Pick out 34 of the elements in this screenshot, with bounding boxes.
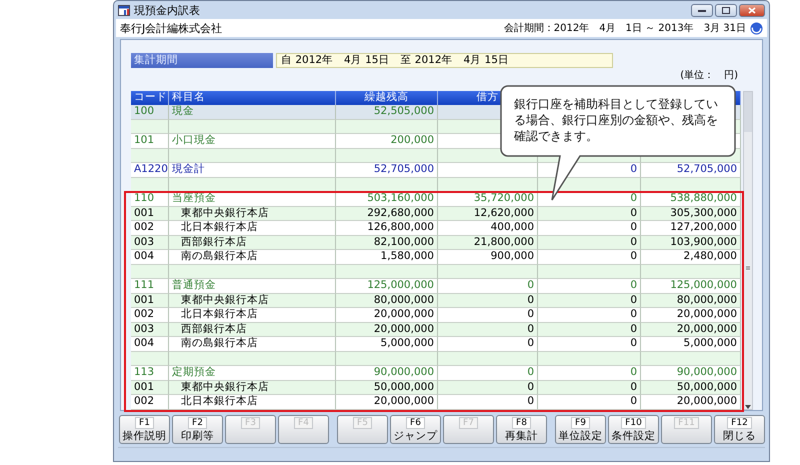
- help-icon[interactable]: [750, 22, 763, 34]
- close-button[interactable]: [739, 4, 765, 16]
- column-header: コード: [131, 91, 169, 105]
- function-key-button[interactable]: F8 再集計: [496, 415, 547, 444]
- column-header: 繰越残高: [336, 91, 438, 105]
- maximize-button[interactable]: [715, 4, 737, 16]
- function-key-button[interactable]: F9 単位設定: [555, 415, 606, 444]
- app-icon: [118, 4, 130, 16]
- function-key-button[interactable]: F1 操作説明: [119, 415, 170, 444]
- function-key-button[interactable]: F10 条件設定: [608, 415, 659, 444]
- table-cell: 20,000,000: [336, 395, 438, 410]
- period-field[interactable]: 自 2012年 4月 15日 至 2012年 4月 15日: [276, 53, 613, 68]
- table-cell: 002: [131, 395, 169, 410]
- function-key-button[interactable]: F2 印刷等: [172, 415, 223, 444]
- close-icon: [748, 6, 756, 14]
- scrollbar[interactable]: [743, 91, 753, 410]
- down-arrow-icon[interactable]: [745, 404, 751, 408]
- column-header: 科目名: [169, 91, 336, 105]
- table-cell: 北日本銀行本店: [169, 395, 336, 410]
- table-cell: 0: [438, 395, 538, 410]
- function-key-button[interactable]: F12 閉じる: [714, 415, 765, 444]
- table-cell: 0: [538, 395, 641, 410]
- table-cell: 20,000,000: [641, 395, 741, 410]
- minimize-button[interactable]: [691, 4, 713, 16]
- grip-icon: [745, 265, 751, 272]
- period-label: 集計期間: [131, 53, 273, 68]
- window-title: 現預金内訳表: [134, 2, 200, 18]
- unit-label: (単位： 円): [680, 70, 738, 82]
- function-key-button[interactable]: F6 ジャンプ: [390, 415, 441, 444]
- scrollbar-thumb[interactable]: [744, 92, 752, 132]
- company-name: 奉行J会計編株式会社: [120, 20, 222, 36]
- fiscal-period: 会計期間：2012年 4月 1日 ～ 2013年 3月 31日: [504, 22, 746, 35]
- maximize-icon: [722, 6, 730, 14]
- minimize-icon: [698, 7, 706, 13]
